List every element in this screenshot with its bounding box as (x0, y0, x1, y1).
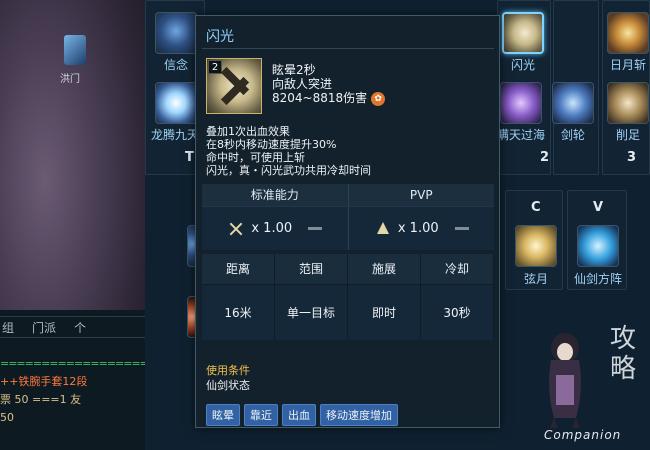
skill-slot-xianyue[interactable] (515, 225, 557, 267)
skill-label: 仙剑方阵 (573, 272, 622, 286)
skill-slot-xiaoya[interactable] (607, 82, 649, 124)
pvp-icon (374, 220, 392, 238)
cast-value: 即时 (348, 284, 421, 340)
skill-slot-xianjian[interactable] (577, 225, 619, 267)
game-viewport: 洪门 组 门派 个 ================== ++铁腕手套12段 票… (0, 0, 150, 450)
desc-line: 在8秒内移动速度提升30% (206, 138, 337, 151)
skill-label: 洪门 (60, 74, 80, 85)
chat-line: 票 50 ===1 友 (0, 393, 82, 406)
condition-value: 仙剑状态 (206, 379, 250, 392)
desc-line: 叠加1次出血效果 (206, 125, 290, 138)
tag-approach: 靠近 (244, 404, 278, 426)
chat-tabs: 组 门派 个 (0, 316, 150, 338)
condition-title: 使用条件 (206, 364, 250, 377)
crossed-blades-icon: 2 (206, 58, 262, 114)
multiplier-row: x 1.00 x 1.00 (202, 206, 494, 250)
companion-watermark: 攻略 Companion (522, 318, 650, 450)
watermark-brand: Companion (544, 428, 622, 442)
skill-slot-jianlun[interactable] (552, 82, 594, 124)
damage-text: 8204~8818伤害 (272, 91, 368, 105)
divider (202, 48, 494, 49)
skill-slot-shanguang[interactable] (502, 12, 544, 54)
standard-multiplier-value: x 1.00 (251, 221, 293, 236)
standard-multiplier: x 1.00 (202, 207, 348, 250)
tag-stun: 眩晕 (206, 404, 240, 426)
skill-label: 削足 (615, 128, 640, 142)
watermark-kanji: 攻略 (610, 324, 637, 384)
tag-bleed: 出血 (282, 404, 316, 426)
tooltip-title: 闪光 (206, 29, 234, 45)
effect-tags: 眩晕 靠近 出血 移动速度增加 (206, 404, 398, 426)
cast-label: 施展 (348, 254, 421, 284)
tag-move-speed: 移动速度增加 (320, 404, 398, 426)
skill-slot-xinnian[interactable] (155, 12, 197, 54)
range-value: 16米 (202, 284, 275, 340)
skill-label: 闪光 (510, 58, 535, 72)
area-label: 范围 (275, 254, 348, 284)
skill-label: 弦月 (523, 272, 548, 286)
skill-slot-icon[interactable] (64, 35, 86, 65)
hotkey-label: C (531, 200, 541, 215)
hotkey-label: 2 (540, 150, 550, 165)
game-skill-window: 洪门 组 门派 个 ================== ++铁腕手套12段 票… (0, 0, 650, 450)
cooldown-label: 冷却 (421, 254, 494, 284)
chat-tab-sect[interactable]: 门派 (32, 319, 56, 336)
desc-line: 命中时，可使用上斩 (206, 151, 305, 164)
chat-line: ================== (0, 357, 149, 370)
skill-slot-longteng[interactable] (155, 82, 197, 124)
damage-row: 8204~8818伤害 ✿ (272, 89, 386, 106)
hotkey-label: 3 (627, 150, 637, 165)
skill-slot-riyue[interactable] (607, 12, 649, 54)
skill-label: 日月斩 (609, 58, 646, 72)
chat-tab-personal[interactable]: 个 (74, 319, 86, 336)
skill-label: 瞒天过海 (496, 128, 545, 142)
swords-icon (227, 220, 245, 238)
hotkey-label: T (185, 150, 194, 165)
chat-log: ================== ++铁腕手套12段 票 50 ===1 友… (0, 355, 150, 427)
stats-header: 标准能力 PVP (202, 184, 494, 206)
pvp-header: PVP (347, 184, 495, 206)
stats-grid: 距离 范围 施展 冷却 16米 单一目标 即时 30秒 (202, 254, 494, 340)
dash-icon (454, 227, 469, 230)
cooldown-value: 30秒 (421, 284, 494, 340)
dash-icon (308, 227, 323, 230)
skill-label: 剑轮 (560, 128, 585, 142)
area-value: 单一目标 (275, 284, 348, 340)
skill-tooltip: 闪光 2 眩晕2秒 向敌人突进 8204~8818伤害 ✿ 叠加1次出血效果 在8… (195, 15, 500, 428)
mascot-figure-icon (549, 333, 581, 428)
pvp-multiplier: x 1.00 (347, 207, 495, 250)
pvp-multiplier-value: x 1.00 (397, 221, 439, 236)
paw-icon: ✿ (371, 91, 386, 106)
stats-table: 标准能力 PVP x 1.00 x 1.00 距离 范围 施展 冷却 16米 单… (202, 184, 494, 340)
desc-line: 闪光，真・闪光武功共用冷却时间 (206, 164, 371, 177)
chat-line[interactable]: ++铁腕手套12段 (0, 373, 150, 391)
standard-ability-header: 标准能力 (250, 188, 299, 202)
chat-line: 50 (0, 411, 14, 424)
skill-slot-mantian[interactable] (500, 82, 542, 124)
range-label: 距离 (202, 254, 275, 284)
skill-description: 叠加1次出血效果 在8秒内移动速度提升30% 命中时，可使用上斩 闪光，真・闪光… (206, 125, 371, 177)
chat-tab-group[interactable]: 组 (2, 319, 14, 336)
hotkey-label: V (593, 200, 604, 215)
